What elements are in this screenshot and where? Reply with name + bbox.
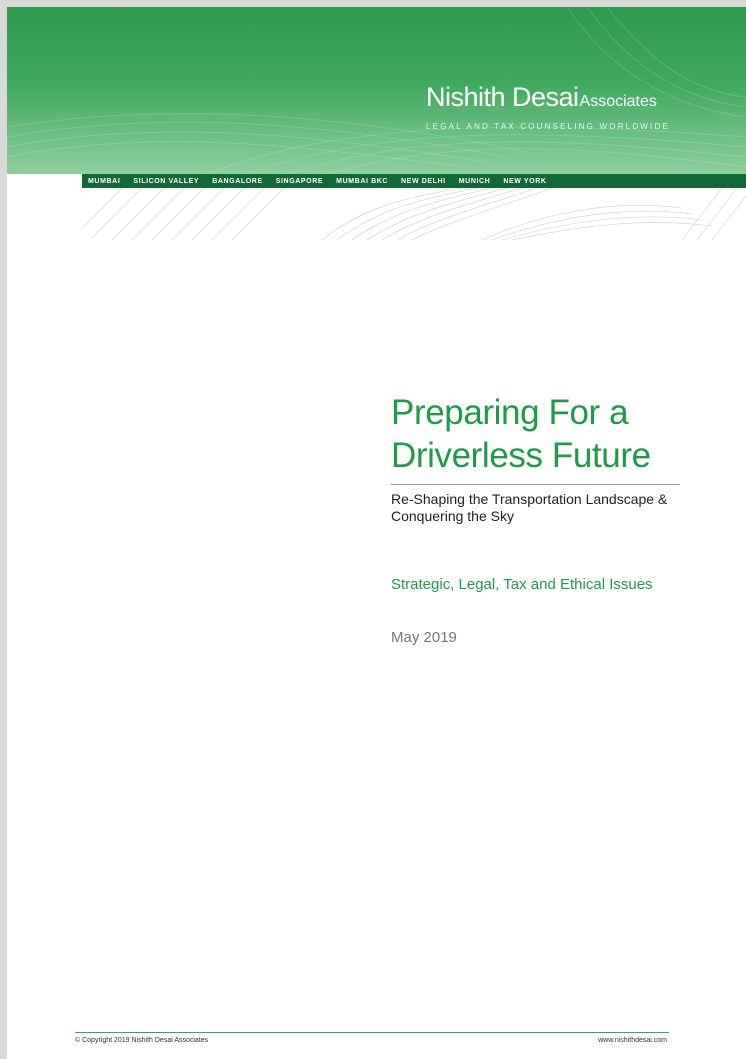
- brand-suffix: Associates: [579, 93, 657, 110]
- document-topics: Strategic, Legal, Tax and Ethical Issues: [391, 576, 653, 593]
- document-date: May 2019: [391, 629, 457, 646]
- title-line: Driverless Future: [391, 436, 651, 475]
- footer-divider: [75, 1032, 669, 1033]
- brand-logo: Nishith DesaiAssociates LEGAL AND TAX CO…: [426, 83, 670, 131]
- city-label: BANGALORE: [212, 177, 263, 185]
- city-label: MUMBAI: [88, 177, 121, 185]
- decorative-line-pattern: [82, 188, 746, 240]
- footer-website-link[interactable]: www.nishithdesai.com: [598, 1037, 667, 1044]
- city-label: NEW DELHI: [401, 177, 446, 185]
- footer-copyright: © Copyright 2019 Nishith Desai Associate…: [75, 1037, 209, 1044]
- title-divider: [391, 484, 680, 485]
- header-banner: Nishith DesaiAssociates LEGAL AND TAX CO…: [7, 7, 746, 174]
- office-locations-bar: MUMBAI SILICON VALLEY BANGALORE SINGAPOR…: [82, 174, 746, 188]
- city-label: SINGAPORE: [275, 177, 324, 185]
- document-page: Nishith DesaiAssociates LEGAL AND TAX CO…: [7, 7, 746, 1059]
- city-label: SILICON VALLEY: [133, 177, 200, 185]
- title-line: Preparing For a: [391, 393, 629, 432]
- city-label: NEW YORK: [503, 177, 547, 185]
- city-label: MUMBAI BKC: [336, 177, 389, 185]
- document-subtitle: Re-Shaping the Transportation Landscape …: [391, 491, 668, 524]
- brand-tagline: LEGAL AND TAX COUNSELING WORLDWIDE: [425, 122, 670, 131]
- brand-name-text: Nishith Desai: [425, 82, 579, 112]
- brand-name: Nishith DesaiAssociates: [426, 83, 670, 116]
- city-label: MUNICH: [458, 177, 491, 185]
- document-title-block: Preparing For a Driverless Future Re-Sha…: [391, 391, 691, 525]
- document-title: Preparing For a Driverless Future: [391, 391, 691, 477]
